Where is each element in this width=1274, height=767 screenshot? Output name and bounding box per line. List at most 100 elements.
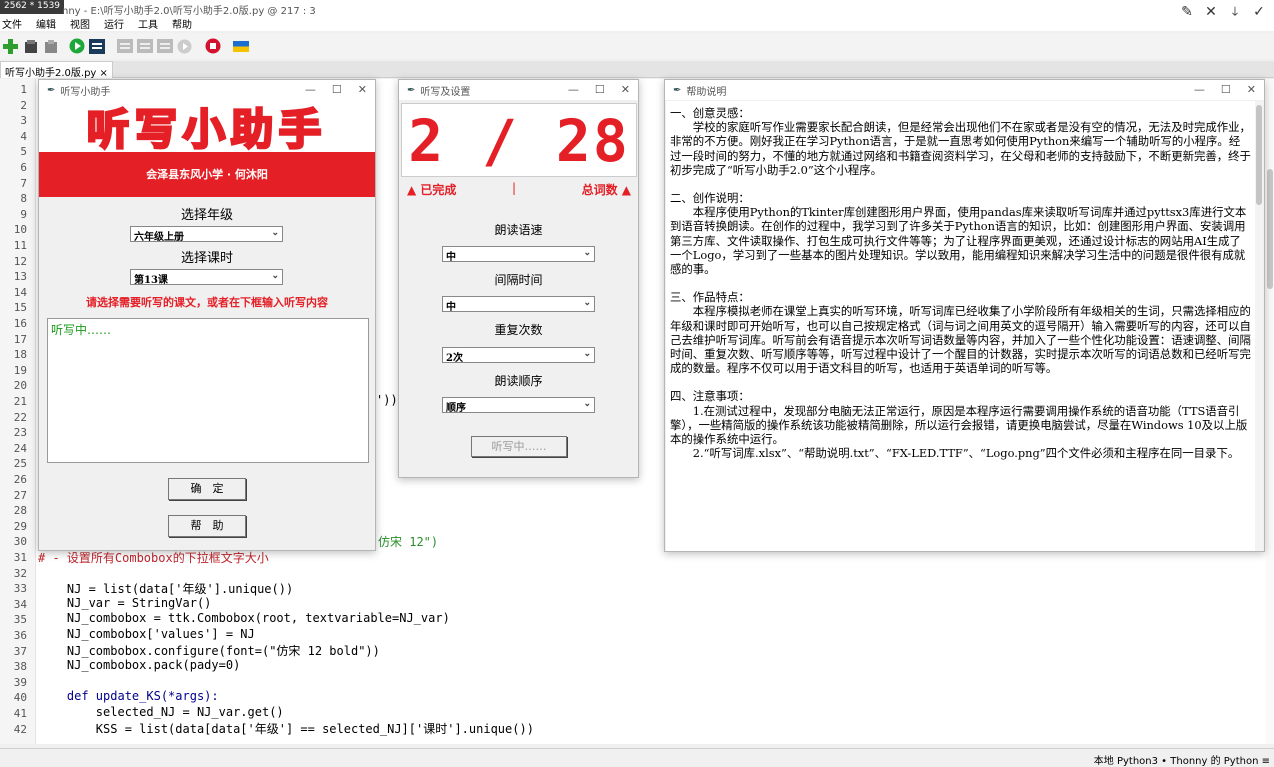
interpreter-status[interactable]: 本地 Python3 • Thonny 的 Python ≡: [1094, 752, 1270, 767]
new-file-icon[interactable]: [2, 38, 19, 55]
help-paragraph: 本程序模拟老师在课堂上真实的听写环境，听写词库已经收集了小学阶段所有年级相关的生…: [670, 304, 1251, 376]
help-scrollbar[interactable]: [1255, 101, 1263, 551]
counter-separator: |: [512, 181, 517, 195]
help-text-area[interactable]: 一、创意灵感： 学校的家庭听写作业需要家长配合朗读，但是经常会出现他们不在家或者…: [666, 101, 1255, 551]
code-line-33: NJ = list(data['年级'].unique()): [38, 582, 294, 596]
minimize-icon[interactable]: —: [305, 83, 316, 96]
dictating-status-button[interactable]: 听写中……: [471, 436, 567, 457]
help-paragraph: 1.在测试过程中，发现部分电脑无法正常运行，原因是本程序运行需要调用操作系统的语…: [670, 403, 1248, 447]
line-number: 12: [13, 254, 27, 268]
lesson-combobox[interactable]: 第13课 ⌄: [130, 269, 283, 286]
speed-value: 中: [446, 252, 456, 263]
line-number: 19: [13, 363, 27, 377]
scrollbar-thumb[interactable]: [1267, 169, 1273, 289]
line-number: 1: [20, 83, 27, 96]
menu-edit[interactable]: 编辑: [36, 16, 56, 31]
help-paragraph: 2.“听写词库.xlsx”、“帮助说明.txt”、“FX-LED.TTF”、“L…: [670, 446, 1240, 461]
minimize-icon[interactable]: —: [1194, 83, 1205, 96]
maximize-icon[interactable]: ☐: [1221, 83, 1231, 96]
editor-scrollbar[interactable]: [1266, 79, 1274, 744]
ide-window-title: nny - E:\听写小助手2.0\听写小助手2.0版.py @ 217 : 3: [62, 6, 316, 17]
total-label: 总词数 ▲: [581, 183, 631, 197]
tk-feather-icon: ✒: [673, 84, 682, 96]
line-number: 42: [13, 722, 27, 736]
line-number: 8: [20, 192, 27, 206]
maximize-icon[interactable]: ☐: [595, 83, 605, 96]
main-window-controls: — ☐ ✕: [305, 83, 367, 96]
menu-file[interactable]: 文件: [2, 16, 22, 31]
menu-run[interactable]: 运行: [104, 16, 124, 31]
code-fragment-line-21: ')): [376, 393, 398, 407]
line-number: 25: [13, 457, 27, 471]
done-label: ▲ 已完成: [407, 183, 457, 197]
line-number: 38: [13, 660, 27, 674]
editor-tab-bar: 听写小助手2.0版.py ×: [0, 61, 1274, 79]
line-number: 32: [13, 566, 27, 580]
line-number: 22: [13, 410, 27, 424]
debug-icon[interactable]: [88, 38, 105, 55]
line-number: 40: [13, 691, 27, 705]
repeat-combobox[interactable]: 2次 ⌄: [442, 347, 595, 364]
status-bar: 本地 Python3 • Thonny 的 Python ≡: [0, 748, 1274, 767]
banner-logo: 听写小助手 会泽县东风小学 · 何沐阳: [39, 100, 375, 197]
ukraine-flag-icon[interactable]: [232, 38, 249, 55]
help-scrollbar-thumb[interactable]: [1256, 105, 1262, 205]
step-into-icon[interactable]: [136, 38, 153, 55]
save-file-icon[interactable]: [42, 38, 59, 55]
run-icon[interactable]: [68, 38, 85, 55]
toolbar: [0, 33, 1274, 59]
settings-window-title: 听写及设置: [420, 86, 471, 98]
main-window-titlebar: ✒ 听写小助手 — ☐ ✕: [39, 80, 375, 100]
lesson-label: 选择课时: [180, 251, 233, 266]
line-number: 17: [13, 332, 27, 346]
ide-title-bar: 2562 * 1539 nny - E:\听写小助手2.0\听写小助手2.0版.…: [0, 0, 1274, 20]
menu-help[interactable]: 帮助: [172, 16, 192, 31]
order-combobox[interactable]: 顺序 ⌄: [442, 397, 595, 414]
close-icon[interactable]: ✕: [358, 83, 367, 96]
line-number: 16: [13, 317, 27, 330]
input-hint: 请选择需要听写的课文，或者在下框输入听写内容: [86, 296, 328, 309]
dictation-textbox[interactable]: 听写中……: [47, 318, 369, 463]
close-icon[interactable]: ✕: [621, 83, 630, 96]
line-number: 33: [13, 582, 27, 596]
stop-icon[interactable]: [204, 38, 221, 55]
resume-icon[interactable]: [176, 38, 193, 55]
help-section-heading: 二、创作说明：: [670, 191, 750, 206]
main-window-title: 听写小助手: [60, 86, 111, 98]
code-comment-line-31: # - 设置所有Combobox的下拉框文字大小: [38, 551, 269, 565]
tab-close-icon[interactable]: ×: [100, 68, 108, 79]
speed-combobox[interactable]: 中 ⌄: [442, 246, 595, 263]
line-number: 28: [13, 504, 27, 518]
code-line-42: KSS = list(data[data['年级'] == selected_N…: [38, 722, 534, 737]
chevron-down-icon: ⌄: [583, 349, 591, 359]
main-app-window: ✒ 听写小助手 — ☐ ✕ 听写小助手 会泽县东风小学 · 何沐阳 选择年级 六…: [38, 79, 376, 551]
chevron-down-icon: ⌄: [583, 248, 591, 258]
line-number: 36: [13, 629, 27, 642]
help-section-heading: 三、作品特点：: [670, 290, 750, 305]
tab-main-file[interactable]: 听写小助手2.0版.py ×: [0, 61, 113, 79]
interval-label: 间隔时间: [494, 273, 543, 287]
open-file-icon[interactable]: [22, 38, 39, 55]
menu-tools[interactable]: 工具: [138, 16, 158, 31]
code-line-40: def update_KS(*args):: [38, 689, 219, 704]
confirm-button[interactable]: 确 定: [168, 478, 246, 500]
step-out-icon[interactable]: [156, 38, 173, 55]
repeat-value: 2次: [446, 353, 463, 364]
help-button[interactable]: 帮 助: [168, 515, 246, 537]
minimize-icon[interactable]: —: [568, 83, 579, 96]
settings-window-titlebar: ✒ 听写及设置 — ☐ ✕: [399, 80, 638, 100]
interval-value: 中: [446, 302, 456, 313]
help-window-title: 帮助说明: [686, 86, 727, 98]
menu-view[interactable]: 视图: [70, 16, 90, 31]
grade-combobox[interactable]: 六年级上册 ⌄: [130, 226, 283, 243]
line-number: 11: [13, 239, 27, 252]
settings-window: ✒ 听写及设置 — ☐ ✕ 2 / 28 ▲ 已完成 | 总词数 ▲ 朗读语速 …: [398, 79, 639, 478]
close-icon[interactable]: ✕: [1247, 83, 1256, 96]
maximize-icon[interactable]: ☐: [332, 83, 342, 96]
banner-subtitle: 会泽县东风小学 · 何沐阳: [39, 152, 375, 197]
step-over-icon[interactable]: [116, 38, 133, 55]
line-number: 23: [13, 426, 27, 440]
interval-combobox[interactable]: 中 ⌄: [442, 296, 595, 313]
